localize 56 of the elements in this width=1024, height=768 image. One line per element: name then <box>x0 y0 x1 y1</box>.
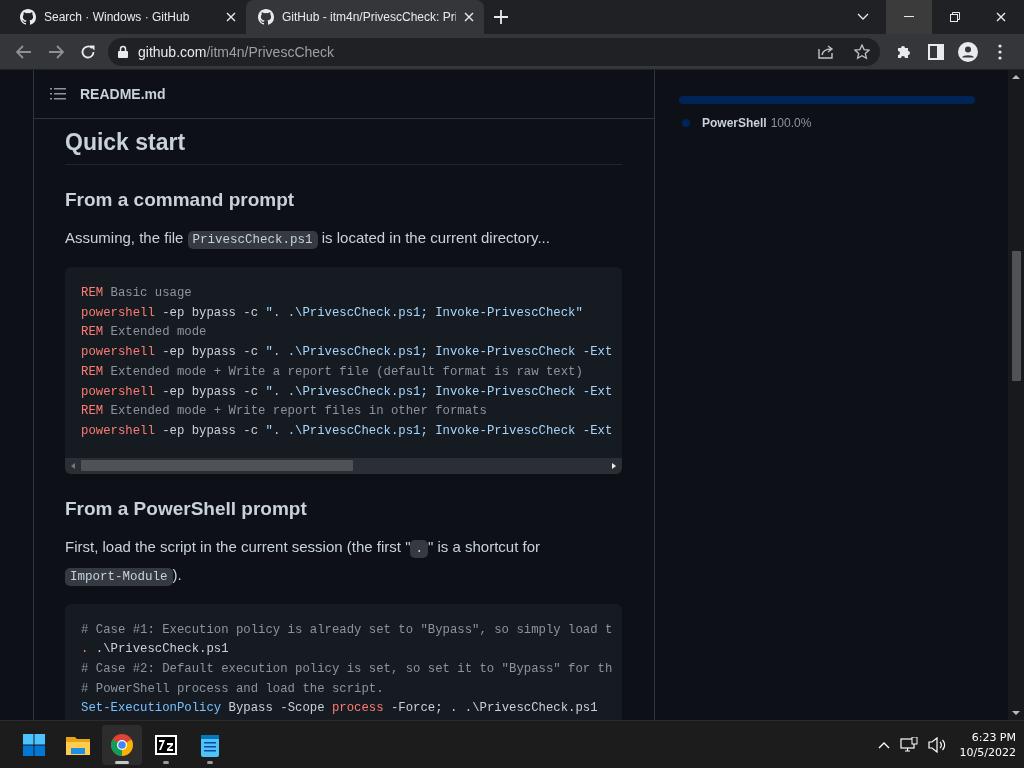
volume-icon[interactable] <box>927 736 946 753</box>
star-icon[interactable] <box>854 43 870 60</box>
section-heading: Quick start <box>65 129 622 165</box>
taskbar-button[interactable] <box>102 724 142 765</box>
chevron-up-icon[interactable] <box>877 740 890 749</box>
minimize-icon[interactable] <box>904 16 914 18</box>
subsection-heading: From a PowerShell prompt <box>65 497 308 520</box>
browser-tab[interactable]: GitHub - itm4n/PrivescCheck: Pri <box>246 0 484 34</box>
address-bar[interactable]: github.com/itm4n/PrivescCheck <box>108 37 880 66</box>
clock[interactable]: 6:23 PM 10/5/2022 <box>959 729 1016 760</box>
menu-icon[interactable] <box>998 43 1002 60</box>
code-line: # Case #2: Default execution policy is set, so set it to "Bypass" for th <box>81 661 613 679</box>
code-line: powershell -ep bypass -c ". .\PrivescCheck.ps1; Invoke-PrivescCheck -Ext <box>81 383 613 401</box>
scrollbar-thumb[interactable] <box>1011 251 1021 381</box>
side-panel-icon[interactable] <box>928 43 944 60</box>
code-line: . .\PrivescCheck.ps1 <box>81 641 229 659</box>
restore-icon[interactable] <box>950 12 960 22</box>
chevron-down-icon[interactable] <box>857 13 869 21</box>
scrollbar-thumb[interactable] <box>81 460 353 472</box>
code-line: REM Extended mode + Write report files in other formats <box>81 403 487 421</box>
share-icon[interactable] <box>818 44 834 59</box>
code-line: powershell -ep bypass -c ". .\PrivescCheck.ps1; Invoke-PrivescCheck -Ext <box>81 344 613 362</box>
profile-icon[interactable] <box>958 41 978 62</box>
language-percent: 100.0% <box>770 116 812 130</box>
browser-tab[interactable]: Search · Windows · GitHub <box>8 0 246 34</box>
code-line: powershell -ep bypass -c ". .\PrivescCheck.ps1; Invoke-PrivescCheck -Ext <box>81 422 613 440</box>
horizontal-scrollbar[interactable] <box>65 457 622 474</box>
code-line: REM Extended mode + Write a report file (default format is raw text) <box>81 363 583 381</box>
vertical-scrollbar[interactable] <box>1008 70 1024 720</box>
list-icon[interactable] <box>50 87 66 101</box>
browser-icon <box>110 732 134 757</box>
code-line: powershell -ep bypass -c ". .\PrivescCheck.ps1; Invoke-PrivescCheck" <box>81 304 583 322</box>
paragraph: Assuming, the file PrivescCheck.ps1 is located in the current directory... <box>65 228 551 251</box>
file-name: README.md <box>80 86 166 102</box>
close-icon[interactable] <box>226 12 236 22</box>
lock-icon[interactable] <box>118 45 128 58</box>
close-icon[interactable] <box>464 12 474 22</box>
windows-logo-icon <box>22 732 46 757</box>
code-line: REM Extended mode <box>81 324 207 342</box>
code-line: # Case #1: Execution policy is already set to "Bypass", so simply load t <box>81 621 613 639</box>
code-line: Set-ExecutionPolicy Bypass -Scope process -Force; . .\PrivescCheck.ps1 <box>81 700 598 718</box>
subsection-heading: From a command prompt <box>65 189 296 211</box>
plus-icon[interactable] <box>494 10 508 24</box>
github-logo-icon <box>258 9 274 25</box>
archive-app-icon <box>154 733 178 756</box>
network-icon[interactable] <box>899 736 918 753</box>
code-line: REM Basic usage <box>81 285 192 302</box>
reload-icon[interactable] <box>80 43 96 60</box>
github-logo-icon <box>20 9 36 25</box>
paragraph: First, load the script in the current session (the first " . " is a shortcut for Import-Module ). <box>65 536 541 588</box>
code-line: # PowerShell process and load the script. <box>81 680 384 698</box>
language-name[interactable]: PowerShell <box>702 116 767 130</box>
puzzle-icon[interactable] <box>896 43 912 60</box>
forward-arrow-icon[interactable] <box>48 44 64 59</box>
close-icon[interactable] <box>996 12 1006 22</box>
back-arrow-icon[interactable] <box>16 44 32 59</box>
